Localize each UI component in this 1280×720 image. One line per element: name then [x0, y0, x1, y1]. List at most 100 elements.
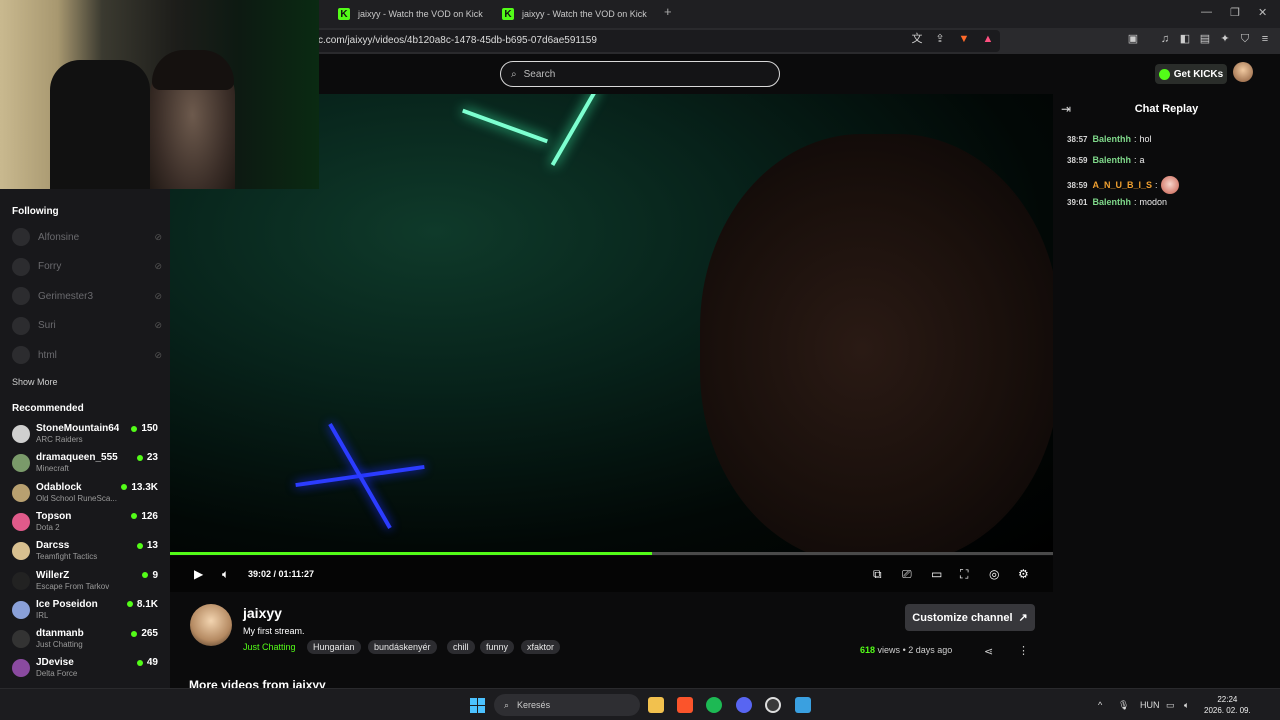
following-name: Forry: [38, 261, 62, 272]
video-frame: [700, 134, 1053, 552]
chat-title: Chat Replay: [1134, 103, 1199, 115]
show-more-link[interactable]: Show More: [12, 377, 58, 387]
customize-channel-button[interactable]: Customize channel ↗: [905, 604, 1035, 631]
clip-icon[interactable]: ⎚: [902, 568, 912, 580]
player-controls: ▶ 🔈︎ 39:02 / 01:11:27 ⧉ ⎚ ▭ ⛶ ◎ ⚙: [170, 556, 1053, 592]
volume-icon[interactable]: 🔈︎: [222, 568, 229, 580]
microphone-icon[interactable]: 🎙︎: [1118, 700, 1129, 711]
search-placeholder: Search: [523, 68, 556, 80]
tray-overflow-icon[interactable]: ^: [1098, 700, 1102, 710]
minimize-icon[interactable]: —: [1201, 6, 1212, 18]
fullscreen-icon[interactable]: ⛶: [960, 568, 968, 580]
chat-text: hol: [1139, 134, 1152, 144]
following-item[interactable]: html ⊘: [12, 345, 162, 365]
viewer-count: 9: [142, 570, 158, 581]
following-item[interactable]: Forry ⊘: [12, 257, 162, 277]
chat-username[interactable]: A_N_U_B_I_S: [1092, 180, 1152, 190]
recommended-category: Old School RuneSca...: [36, 493, 117, 503]
stream-tag[interactable]: funny: [480, 640, 515, 654]
recommended-item[interactable]: Odablock Old School RuneSca... 13.3K: [12, 480, 162, 506]
vpn-icon[interactable]: ⛉: [1238, 32, 1252, 46]
brave-rewards-icon[interactable]: ▲: [981, 32, 995, 46]
recommended-item[interactable]: dramaqueen_555 Minecraft 23: [12, 450, 162, 476]
views-label: views: [877, 645, 901, 655]
reader-icon[interactable]: ◧: [1178, 32, 1192, 46]
play-icon[interactable]: ▶: [194, 568, 203, 580]
translate-icon[interactable]: 文: [910, 32, 924, 46]
following-name: Alfonsine: [38, 231, 80, 243]
brave-shield-icon[interactable]: ▼: [957, 32, 971, 46]
chat-timestamp: 39:01: [1067, 197, 1088, 207]
avatar: [12, 542, 30, 561]
sidebar-toggle-icon[interactable]: ▣: [1126, 32, 1140, 46]
chat-username[interactable]: Balenthh: [1092, 155, 1131, 165]
avatar: [12, 630, 30, 649]
avatar: [12, 600, 30, 619]
discord-icon[interactable]: [736, 697, 752, 713]
taskbar-clock[interactable]: 22:24 2026. 02. 09.: [1204, 694, 1251, 716]
channel-avatar[interactable]: [190, 604, 232, 646]
chat-username[interactable]: Balenthh: [1092, 134, 1131, 144]
recommended-item[interactable]: Topson Dota 2 126: [12, 509, 162, 535]
pip-icon[interactable]: ⧉: [873, 568, 882, 580]
user-avatar[interactable]: [1233, 62, 1253, 82]
share-page-icon[interactable]: ⇪: [933, 32, 947, 46]
url-field[interactable]: c.com/jaixyy/videos/4b120a8c-1478-45db-b…: [300, 30, 1000, 52]
recommended-heading: Recommended: [12, 403, 84, 414]
get-kicks-button[interactable]: Get KICKs: [1155, 64, 1227, 84]
obs-icon[interactable]: [765, 697, 781, 713]
chat-message: 38:59 A_N_U_B_I_S:: [1067, 176, 1179, 194]
settings-icon[interactable]: ⚙: [1018, 568, 1029, 580]
chat-message: 38:57 Balenthh: hol: [1067, 134, 1152, 144]
viewer-count: 23: [136, 452, 158, 463]
following-heading: Following: [12, 206, 59, 217]
stream-tag[interactable]: xfaktor: [521, 640, 561, 654]
chat-text: modon: [1139, 197, 1168, 207]
menu-icon[interactable]: ≡: [1258, 32, 1272, 46]
spotify-icon[interactable]: [706, 697, 722, 713]
browser-tab-active[interactable]: K jaixyy - Watch the VOD on Kick: [502, 3, 647, 25]
viewer-count: 49: [136, 657, 158, 668]
file-explorer-icon[interactable]: [648, 697, 664, 713]
recommended-item[interactable]: Darcss Teamfight Tactics 13: [12, 538, 162, 564]
following-item[interactable]: Gerimester3 ⊘: [12, 286, 162, 306]
theater-mode-icon[interactable]: ▭: [931, 568, 942, 580]
recommended-item[interactable]: WillerZ Escape From Tarkov 9: [12, 568, 162, 594]
stream-tag[interactable]: Hungarian: [307, 640, 361, 654]
language-indicator[interactable]: HUN: [1140, 700, 1160, 710]
close-icon[interactable]: ✕: [1258, 6, 1267, 19]
recommended-name: Darcss: [36, 540, 70, 552]
wallet-icon[interactable]: ▤: [1198, 32, 1212, 46]
browser-tab[interactable]: K jaixyy - Watch the VOD on Kick: [338, 3, 483, 25]
network-icon[interactable]: ▭: [1166, 700, 1175, 711]
stats-separator: •: [902, 645, 906, 655]
photos-icon[interactable]: [795, 697, 811, 713]
volume-icon[interactable]: 🔈︎: [1184, 700, 1189, 711]
avatar: [12, 659, 30, 678]
stream-tag[interactable]: bundáskenyér: [368, 640, 437, 654]
video-progress-bar[interactable]: [170, 552, 1053, 555]
share-icon[interactable]: ⋖: [984, 645, 993, 658]
media-icon[interactable]: ♫: [1158, 32, 1172, 46]
taskbar-search[interactable]: ⌕ Keresés: [494, 694, 640, 716]
following-item[interactable]: Alfonsine ⊘: [12, 227, 162, 247]
recommended-item[interactable]: dtanmanb Just Chatting 265: [12, 626, 162, 652]
playback-speed-icon[interactable]: ◎: [989, 568, 999, 580]
chat-username[interactable]: Balenthh: [1092, 197, 1131, 207]
recommended-item[interactable]: JDevise Delta Force 49: [12, 655, 162, 681]
stream-category[interactable]: Just Chatting: [243, 642, 296, 652]
windows-start-icon[interactable]: [470, 698, 485, 713]
maximize-icon[interactable]: ❐: [1230, 6, 1240, 19]
channel-name[interactable]: jaixyy: [243, 605, 282, 621]
viewer-count: 126: [131, 511, 158, 522]
following-item[interactable]: Suri ⊘: [12, 316, 162, 336]
recommended-item[interactable]: StoneMountain64 ARC Raiders 150: [12, 421, 162, 447]
leo-ai-icon[interactable]: ✦: [1218, 32, 1232, 46]
new-tab-button[interactable]: +: [664, 4, 672, 19]
brave-browser-icon[interactable]: [677, 697, 693, 713]
recommended-item[interactable]: Ice Poseidon IRL 8.1K: [12, 597, 162, 623]
search-input[interactable]: ⌕ Search: [500, 61, 780, 87]
more-options-icon[interactable]: ⋮: [1018, 644, 1029, 657]
stream-tag[interactable]: chill: [447, 640, 475, 654]
stream-title: My first stream.: [243, 626, 305, 636]
